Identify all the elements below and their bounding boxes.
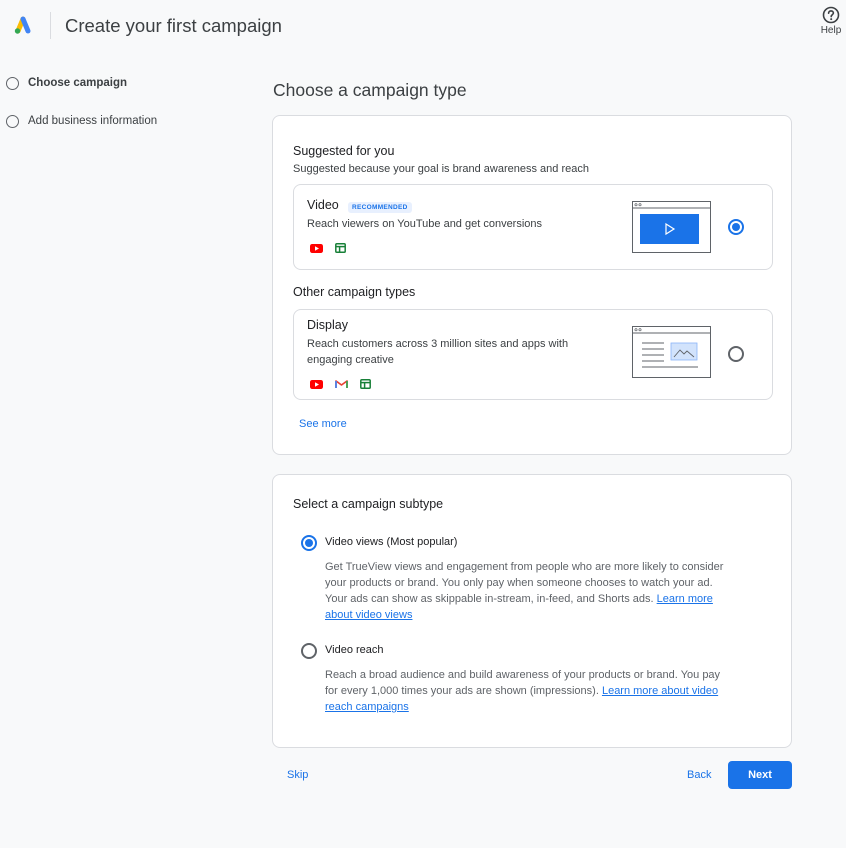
- suggested-heading: Suggested for you: [293, 144, 395, 158]
- option-description: Reach viewers on YouTube and get convers…: [307, 218, 543, 230]
- step-circle-icon: [6, 77, 19, 90]
- campaign-option-display[interactable]: Display Reach customers across 3 million…: [293, 309, 773, 400]
- display-network-icon: [335, 243, 346, 253]
- step-label: Choose campaign: [28, 77, 128, 89]
- campaign-subtype-card: Select a campaign subtype Video views (M…: [272, 474, 792, 748]
- video-views-label[interactable]: Video views (Most popular): [325, 536, 457, 548]
- video-views-radio[interactable]: [301, 535, 317, 551]
- recommended-badge: RECOMMENDED: [348, 202, 412, 213]
- campaign-type-card: Suggested for you Suggested because your…: [272, 115, 792, 455]
- video-reach-label[interactable]: Video reach: [325, 644, 384, 656]
- display-radio[interactable]: [728, 346, 744, 362]
- option-title: Video: [307, 198, 339, 212]
- header-divider: [50, 12, 51, 39]
- header: Create your first campaign Help: [0, 0, 846, 50]
- display-network-icon: [360, 379, 371, 389]
- section-title: Choose a campaign type: [273, 80, 467, 100]
- campaign-option-video[interactable]: Video RECOMMENDED Reach viewers on YouTu…: [293, 184, 773, 270]
- video-reach-description: Reach a broad audience and build awarene…: [325, 667, 725, 715]
- video-illustration-icon: [632, 201, 711, 253]
- display-illustration-icon: [632, 326, 711, 378]
- help-label: Help: [820, 25, 842, 36]
- suggested-subtext: Suggested because your goal is brand awa…: [293, 163, 589, 175]
- step-list: Choose campaign Add business information: [6, 76, 157, 152]
- page-title: Create your first campaign: [65, 15, 282, 36]
- step-choose-campaign[interactable]: Choose campaign: [6, 76, 157, 114]
- option-description: Reach customers across 3 million sites a…: [307, 338, 569, 366]
- subtype-heading: Select a campaign subtype: [293, 497, 444, 511]
- platform-icons: [310, 243, 346, 253]
- option-title: Display: [307, 318, 348, 332]
- other-types-heading: Other campaign types: [293, 285, 416, 299]
- youtube-icon: [310, 243, 323, 253]
- google-ads-logo-icon[interactable]: [11, 14, 33, 36]
- help-circle-icon: [822, 6, 840, 24]
- video-views-description: Get TrueView views and engagement from p…: [325, 559, 725, 623]
- skip-button[interactable]: Skip: [287, 769, 308, 781]
- video-radio[interactable]: [728, 219, 744, 235]
- step-label: Add business information: [28, 115, 158, 127]
- platform-icons: [310, 379, 371, 389]
- youtube-icon: [310, 379, 323, 389]
- page: Create your first campaign Help Choose c…: [0, 0, 846, 848]
- video-reach-radio[interactable]: [301, 643, 317, 659]
- see-more-link[interactable]: See more: [299, 418, 347, 430]
- gmail-icon: [335, 380, 348, 388]
- next-button[interactable]: Next: [728, 761, 792, 789]
- step-add-business-information[interactable]: Add business information: [6, 114, 157, 152]
- back-button[interactable]: Back: [687, 769, 711, 781]
- step-circle-icon: [6, 115, 19, 128]
- help-button[interactable]: Help: [816, 6, 846, 36]
